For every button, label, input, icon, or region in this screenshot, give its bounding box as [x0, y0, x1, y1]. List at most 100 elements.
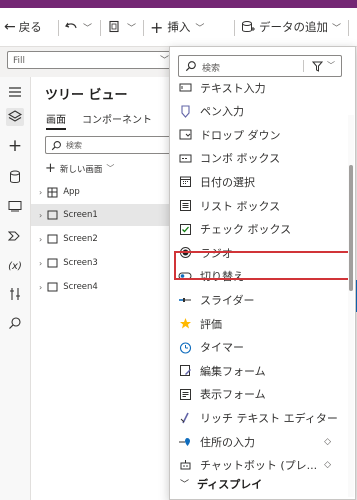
- variables-icon[interactable]: (x): [6, 257, 24, 275]
- plus-icon: +: [150, 17, 164, 37]
- layers-icon[interactable]: [6, 108, 24, 126]
- undo-icon: [65, 22, 77, 29]
- chevron-down-icon[interactable]: ﹀: [327, 60, 335, 71]
- insert-search-placeholder: 検索: [202, 64, 221, 74]
- chevron-right-icon: ›: [39, 234, 43, 244]
- menu-item-display-form[interactable]: 表示フォーム: [170, 383, 345, 406]
- rating-star-icon: [178, 317, 192, 331]
- menu-item-rating-star[interactable]: 評価: [170, 312, 345, 335]
- menu-item-label: リッチ テキスト エディター: [200, 411, 338, 425]
- chevron-right-icon: ›: [39, 187, 43, 197]
- scrollbar-thumb[interactable]: [349, 165, 353, 291]
- data-icon[interactable]: [6, 168, 24, 186]
- power-automate-icon[interactable]: [6, 227, 24, 245]
- menu-item-date-picker[interactable]: 日付の選択: [170, 170, 345, 193]
- menu-item-text-input[interactable]: テキスト入力: [170, 76, 345, 99]
- media-icon[interactable]: [6, 197, 24, 215]
- menu-item-slider[interactable]: スライダー: [170, 288, 345, 311]
- chevron-right-icon: ›: [39, 258, 43, 268]
- tree-item-screen1[interactable]: › Screen1: [31, 204, 181, 226]
- screen-icon: [47, 234, 58, 244]
- menu-item-combobox[interactable]: コンボ ボックス: [170, 147, 345, 170]
- divider: [348, 20, 349, 36]
- plus-icon: +: [45, 161, 56, 176]
- menu-scrollbar[interactable]: [348, 115, 354, 497]
- tree-item-label: App: [63, 187, 80, 197]
- tree-view-panel: ツリー ビュー 画面 コンポーネント 検索 + 新しい画面 ﹀ › App › …: [31, 77, 181, 500]
- back-button[interactable]: ← 戻る: [4, 16, 42, 38]
- panel-title: ツリー ビュー: [45, 88, 128, 103]
- app-icon: [47, 187, 58, 197]
- property-selector[interactable]: Fill ﹀: [7, 51, 175, 69]
- menu-item-label: 評価: [200, 317, 222, 331]
- add-data-button[interactable]: データの追加 ﹀: [241, 16, 341, 38]
- copy-button[interactable]: [107, 16, 121, 38]
- menu-item-rich-text-editor[interactable]: リッチ テキスト エディター: [170, 406, 345, 429]
- pen-input-icon: [178, 104, 192, 118]
- new-screen-button[interactable]: + 新しい画面 ﹀: [45, 161, 114, 176]
- chevron-down-icon: ﹀: [195, 23, 205, 34]
- undo-button[interactable]: [64, 16, 78, 38]
- divider: [234, 20, 235, 36]
- search-icon: [51, 141, 61, 151]
- divider: [58, 20, 59, 36]
- chevron-right-icon: ›: [39, 210, 43, 220]
- date-picker-icon: [178, 175, 192, 189]
- hamburger-menu-icon[interactable]: [6, 83, 24, 101]
- title-bar: [0, 0, 357, 8]
- tab-screens[interactable]: 画面: [46, 111, 66, 130]
- chevron-down-icon: ﹀: [106, 164, 115, 173]
- menu-item-edit-form[interactable]: 編集フォーム: [170, 359, 345, 382]
- address-input-icon: [178, 435, 192, 449]
- screen-icon: [47, 258, 58, 268]
- rich-text-editor-icon: [178, 411, 192, 425]
- insert-plus-icon[interactable]: +: [6, 136, 24, 156]
- premium-diamond-icon: ◇: [324, 436, 331, 447]
- tree-item-screen4[interactable]: › Screen4: [31, 276, 181, 298]
- advanced-tools-icon[interactable]: [6, 285, 24, 303]
- insert-button[interactable]: + 挿入 ﹀: [150, 16, 204, 38]
- chevron-right-icon: ›: [39, 282, 43, 292]
- menu-item-label: 編集フォーム: [200, 364, 266, 378]
- screen-icon: [47, 210, 58, 220]
- menu-item-pen-input[interactable]: ペン入力: [170, 100, 345, 123]
- menu-item-list-box[interactable]: リスト ボックス: [170, 194, 345, 217]
- search-icon[interactable]: [6, 314, 24, 332]
- command-bar: ← 戻る ﹀ ﹀ + 挿入 ﹀ データの追加 ﹀: [0, 8, 357, 46]
- chatbot-icon: [178, 458, 192, 472]
- menu-item-label: チャットボット (プレ...: [200, 459, 318, 473]
- database-icon: [242, 21, 255, 32]
- tree-search-input[interactable]: 検索: [45, 136, 181, 154]
- chevron-down-icon: ﹀: [180, 480, 190, 490]
- insert-menu: 検索 ﹀ テキスト入力ペン入力ドロップ ダウン コンボ ボックス日付の選択 リスト …: [169, 46, 356, 500]
- tree-item-app[interactable]: › App: [31, 181, 181, 203]
- menu-item-checkbox[interactable]: チェック ボックス: [170, 218, 345, 241]
- screen-icon: [47, 282, 58, 292]
- divider: [100, 20, 101, 36]
- menu-item-dropdown[interactable]: ドロップ ダウン: [170, 123, 345, 146]
- menu-item-label: 住所の入力: [200, 435, 255, 449]
- add-data-label: データの追加: [259, 20, 328, 34]
- copy-dropdown-chevron-icon[interactable]: ﹀: [127, 16, 136, 38]
- section-display-header[interactable]: ﹀ ディスプレイ: [170, 472, 345, 495]
- menu-item-label: ドロップ ダウン: [200, 128, 281, 142]
- undo-dropdown-chevron-icon[interactable]: ﹀: [83, 16, 92, 38]
- insert-search-input[interactable]: 検索 ﹀: [178, 55, 342, 77]
- menu-item-timer[interactable]: タイマー: [170, 336, 345, 359]
- tree-item-screen2[interactable]: › Screen2: [31, 228, 181, 250]
- menu-item-label: 表示フォーム: [200, 388, 266, 402]
- menu-item-address-input[interactable]: 住所の入力 ◇: [170, 430, 345, 453]
- menu-item-label: コンボ ボックス: [200, 152, 281, 166]
- chevron-down-icon: ﹀: [332, 23, 342, 34]
- tree-item-screen3[interactable]: › Screen3: [31, 252, 181, 274]
- tree-item-label: Screen4: [63, 282, 98, 292]
- filter-icon[interactable]: [312, 61, 323, 72]
- checkbox-icon: [178, 222, 192, 236]
- divider: [303, 60, 304, 72]
- combobox-icon: [178, 151, 192, 165]
- tab-components[interactable]: コンポーネント: [82, 111, 152, 126]
- new-screen-label: 新しい画面: [59, 164, 103, 175]
- list-box-icon: [178, 199, 192, 213]
- menu-item-label: ペン入力: [200, 105, 244, 119]
- search-icon: [185, 61, 196, 72]
